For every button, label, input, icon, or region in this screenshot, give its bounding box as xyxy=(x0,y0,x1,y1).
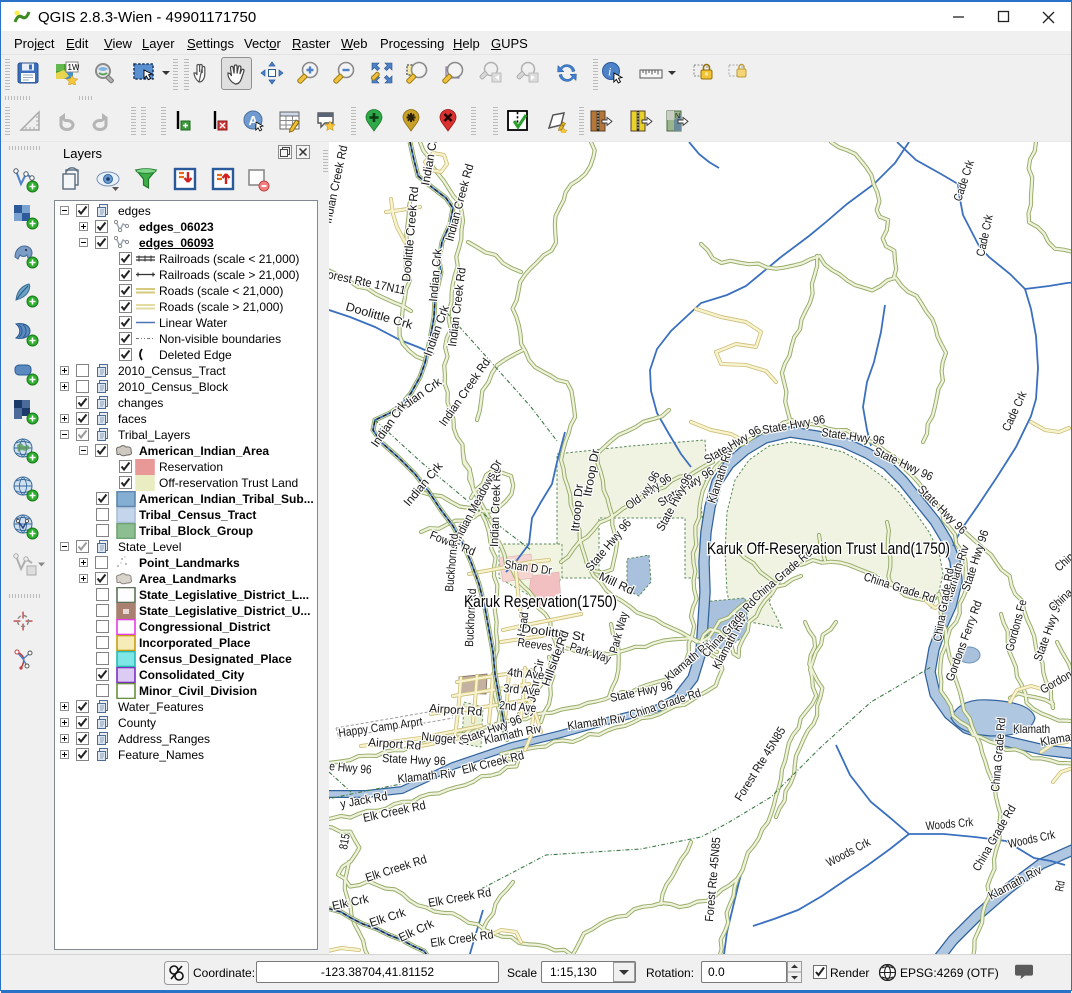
svg-text:Elk Creek Rd: Elk Creek Rd xyxy=(429,927,494,950)
svg-text:Klamath Riv: Klamath Riv xyxy=(566,711,626,733)
svg-text:Cade Crk: Cade Crk xyxy=(951,157,978,202)
svg-text:Cade Crk: Cade Crk xyxy=(973,212,996,257)
svg-text:Woods Crk: Woods Crk xyxy=(925,815,975,833)
svg-text:4th Ave: 4th Ave xyxy=(507,665,545,682)
svg-text:Airport Rd: Airport Rd xyxy=(368,735,422,753)
svg-text:Doolittle Creek Rd: Doolittle Creek Rd xyxy=(399,186,421,282)
svg-text:815: 815 xyxy=(336,832,353,850)
svg-text:e Hwy 96: e Hwy 96 xyxy=(329,759,372,777)
svg-text:Elk Creek Rd: Elk Creek Rd xyxy=(364,852,429,885)
svg-text:Elk Creek Rd: Elk Creek Rd xyxy=(427,885,492,910)
svg-text:Rd: Rd xyxy=(1052,880,1068,893)
svg-text:Forest Rte 45N85: Forest Rte 45N85 xyxy=(732,724,789,804)
svg-text:Elk Crk: Elk Crk xyxy=(368,905,409,930)
svg-text:Forest Rte 45N85: Forest Rte 45N85 xyxy=(702,836,723,922)
svg-text:Park Way: Park Way xyxy=(568,640,613,666)
svg-text:Woods Crk: Woods Crk xyxy=(824,835,873,870)
svg-text:Karuk Off-Reservation Trust La: Karuk Off-Reservation Trust Land(1750) xyxy=(707,540,950,558)
svg-text:Indian Crk: Indian Crk xyxy=(426,247,445,302)
svg-text:orest Rte 17N11: orest Rte 17N11 xyxy=(329,267,407,297)
svg-text:i: i xyxy=(608,65,611,79)
svg-text:1W: 1W xyxy=(68,63,80,72)
svg-text:Karuk Reservation(1750): Karuk Reservation(1750) xyxy=(464,593,617,611)
svg-text:China Grade Rd: China Grade Rd xyxy=(1052,514,1071,574)
svg-text:Woods Crk: Woods Crk xyxy=(1007,827,1057,851)
svg-text:China Gra: China Gra xyxy=(1046,572,1071,615)
svg-text:Klamath Riv: Klamath Riv xyxy=(397,766,456,786)
svg-text:Airport Rd: Airport Rd xyxy=(429,701,483,719)
svg-text:Indian Creek Rd: Indian Creek Rd xyxy=(329,144,350,225)
svg-text:N: N xyxy=(675,113,680,120)
svg-text:State Hwy 96: State Hwy 96 xyxy=(382,751,447,768)
